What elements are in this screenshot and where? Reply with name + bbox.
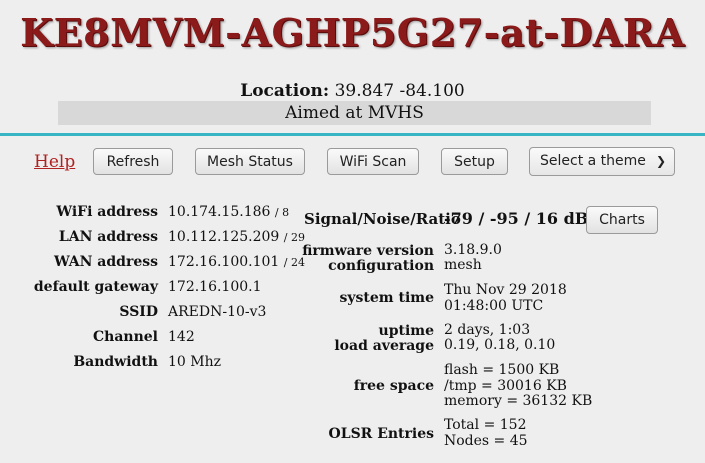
load-average-label: load average (334, 338, 434, 354)
wifi-ip: 10.174.15.186 (168, 204, 271, 220)
wan-address-label: WAN address (53, 254, 158, 270)
wifi-scan-button[interactable]: WiFi Scan (327, 148, 419, 175)
olsr-entries-value: Total = 152 Nodes = 45 (444, 417, 528, 449)
charts-button[interactable]: Charts (586, 206, 658, 234)
free-memory: memory = 36132 KB (444, 393, 593, 409)
aimed-at-bar: Aimed at MVHS (58, 101, 651, 125)
node-name-title: KE8MVM-AGHP5G27-at-DARA (20, 10, 685, 55)
theme-select[interactable]: Select a theme ❯ (529, 147, 675, 176)
signal-noise-ratio-label: Signal/Noise/Ratio (304, 210, 461, 228)
chevron-down-icon: ❯ (655, 154, 666, 168)
uptime-label: uptime (378, 323, 434, 339)
help-link[interactable]: Help (34, 152, 75, 172)
channel-value: 142 (168, 329, 195, 345)
free-space-label: free space (353, 378, 434, 394)
configuration-label: configuration (328, 258, 434, 274)
location-label: Location: (240, 81, 330, 101)
signal-noise-ratio-value: -79 / -95 / 16 dB (444, 209, 589, 228)
system-time-label: system time (339, 290, 434, 306)
location-line: Location: 39.847 -84.100 (0, 81, 705, 101)
system-time-value: Thu Nov 29 2018 01:48:00 UTC (444, 282, 567, 314)
bandwidth-label: Bandwidth (73, 354, 158, 370)
olsr-entries-label: OLSR Entries (328, 426, 434, 442)
theme-select-value: Select a theme (540, 153, 646, 169)
wifi-netmask: / 8 (274, 206, 290, 219)
firmware-version-label: firmware version (302, 243, 434, 259)
wifi-address-label: WiFi address (56, 204, 158, 220)
free-flash: flash = 1500 KB (444, 362, 560, 378)
ssid-value: AREDN-10-v3 (168, 304, 267, 320)
configuration-value: mesh (444, 257, 482, 273)
wifi-address-value: 10.174.15.186 / 8 (168, 204, 289, 220)
mesh-status-button[interactable]: Mesh Status (195, 148, 305, 175)
load-average-value: 0.19, 0.18, 0.10 (444, 337, 556, 353)
olsr-total: Total = 152 (444, 417, 527, 433)
location-value: 39.847 -84.100 (334, 81, 465, 101)
refresh-button[interactable]: Refresh (93, 148, 173, 175)
header-divider (0, 133, 705, 136)
system-date: Thu Nov 29 2018 (444, 282, 567, 298)
lan-address-label: LAN address (58, 229, 158, 245)
ssid-label: SSID (119, 304, 158, 320)
setup-button[interactable]: Setup (441, 148, 508, 175)
free-tmp: /tmp = 30016 KB (444, 377, 567, 394)
olsr-nodes: Nodes = 45 (444, 432, 528, 449)
free-space-value: flash = 1500 KB /tmp = 30016 KB memory =… (444, 362, 593, 410)
default-gateway-label: default gateway (33, 279, 158, 295)
system-clock: 01:48:00 UTC (444, 297, 544, 314)
bandwidth-value: 10 Mhz (168, 354, 221, 370)
default-gateway-value: 172.16.100.1 (168, 279, 262, 295)
channel-label: Channel (93, 329, 158, 345)
